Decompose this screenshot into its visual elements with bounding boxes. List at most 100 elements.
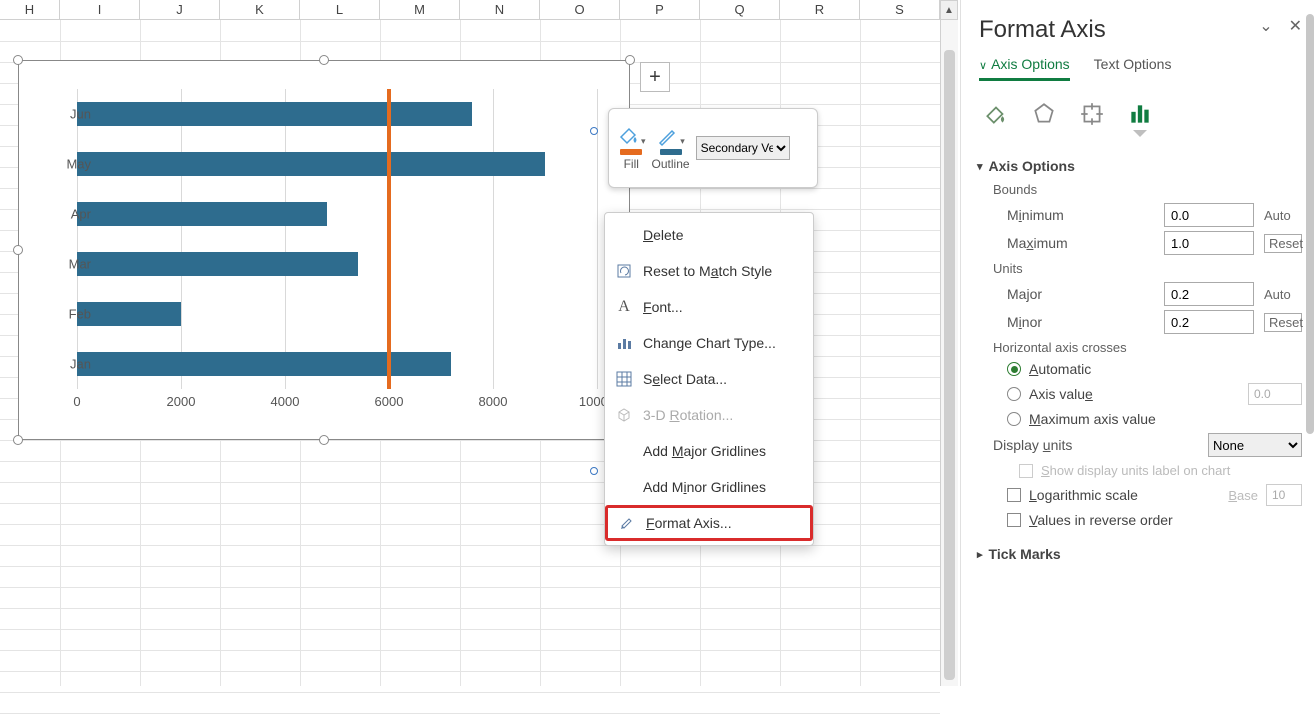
scrollbar-thumb[interactable] <box>1306 14 1314 434</box>
scrollbar-thumb[interactable] <box>944 50 955 680</box>
column-header[interactable]: S <box>860 0 940 19</box>
hac-axis-value[interactable]: Axis value <box>1007 383 1302 405</box>
chart-bar[interactable] <box>77 102 472 126</box>
context-menu-label: Add Major Gridlines <box>643 443 766 459</box>
column-header[interactable]: I <box>60 0 140 19</box>
context-menu-label: 3-D Rotation... <box>643 407 733 423</box>
context-menu-label: Reset to Match Style <box>643 263 772 279</box>
hac-maximum[interactable]: Maximum axis value <box>1007 411 1302 427</box>
pane-scrollbar[interactable] <box>1306 4 1314 682</box>
context-menu-label: Change Chart Type... <box>643 335 776 351</box>
format-axis-pane: ⌄ ✕ Format Axis Axis Options Text Option… <box>960 0 1316 686</box>
display-units-label: Display units <box>993 437 1198 453</box>
show-units-label-check: Show display units label on chart <box>1019 463 1302 478</box>
chart-bar[interactable] <box>77 352 451 376</box>
chart-handle[interactable] <box>13 245 23 255</box>
mini-toolbar: ▾ Fill ▾ Outline Secondary Ver <box>608 108 818 188</box>
column-header[interactable]: R <box>780 0 860 19</box>
chart-bar[interactable] <box>77 302 181 326</box>
context-menu-item[interactable]: Select Data... <box>605 361 813 397</box>
x-tick-label: 6000 <box>375 394 404 409</box>
column-header[interactable]: Q <box>700 0 780 19</box>
chart-element-selector[interactable]: Secondary Ver <box>696 136 790 160</box>
column-header[interactable]: M <box>380 0 460 19</box>
minor-reset[interactable]: Reset <box>1264 313 1302 332</box>
chart-type-icon <box>615 334 633 352</box>
vertical-scrollbar[interactable] <box>940 20 958 686</box>
dropdown-icon[interactable]: ▾ <box>641 136 646 147</box>
category-label: Apr <box>45 207 91 222</box>
pen-icon <box>656 125 678 147</box>
hac-label: Horizontal axis crosses <box>993 340 1302 355</box>
column-header[interactable]: J <box>140 0 220 19</box>
column-header[interactable]: P <box>620 0 700 19</box>
cube-icon <box>615 406 633 424</box>
context-menu-item[interactable]: Reset to Match Style <box>605 253 813 289</box>
tab-axis-options[interactable]: Axis Options <box>979 56 1070 81</box>
context-menu-label: Select Data... <box>643 371 727 387</box>
chart-plot-area[interactable] <box>77 89 597 389</box>
log-scale-check[interactable]: Logarithmic scale Base <box>1007 484 1302 506</box>
column-header[interactable]: H <box>0 0 60 19</box>
chart-handle[interactable] <box>319 55 329 65</box>
size-properties-icon[interactable] <box>1079 101 1105 132</box>
column-header[interactable]: K <box>220 0 300 19</box>
axis-selection-handle[interactable] <box>590 467 598 475</box>
category-label: Jan <box>45 357 91 372</box>
context-menu-label: Font... <box>643 299 683 315</box>
chart-bar[interactable] <box>77 252 358 276</box>
display-units-select[interactable]: None <box>1208 433 1302 457</box>
hac-automatic[interactable]: Automatic <box>1007 361 1302 377</box>
context-menu-item[interactable]: Format Axis... <box>605 505 813 541</box>
minimum-input[interactable] <box>1164 203 1254 227</box>
context-menu-item[interactable]: Add Major Gridlines <box>605 433 813 469</box>
context-menu-item: 3-D Rotation... <box>605 397 813 433</box>
chart-object[interactable]: JunMayAprMarFebJan 020004000600080001000… <box>18 60 630 440</box>
minor-unit-input[interactable] <box>1164 310 1254 334</box>
axis-options-icon[interactable] <box>1127 101 1153 132</box>
tab-text-options[interactable]: Text Options <box>1094 56 1172 81</box>
collapse-pane-icon[interactable]: ⌄ <box>1259 16 1272 36</box>
chart-handle[interactable] <box>13 55 23 65</box>
context-menu-item[interactable]: Change Chart Type... <box>605 325 813 361</box>
minimum-auto[interactable]: Auto <box>1264 208 1302 223</box>
effects-icon[interactable] <box>1031 101 1057 132</box>
font-icon: A <box>615 298 633 316</box>
chart-bar[interactable] <box>77 152 545 176</box>
column-header[interactable]: N <box>460 0 540 19</box>
context-menu-item[interactable]: A Font... <box>605 289 813 325</box>
axis-options-section[interactable]: ▾Axis Options <box>977 158 1302 174</box>
major-unit-input[interactable] <box>1164 282 1254 306</box>
context-menu-item[interactable]: Delete <box>605 217 813 253</box>
axis-selection-handle[interactable] <box>590 127 598 135</box>
fill-line-icon[interactable] <box>983 101 1009 132</box>
close-pane-icon[interactable]: ✕ <box>1289 16 1302 36</box>
outline-button[interactable]: ▾ Outline <box>652 125 690 171</box>
format-icon <box>618 514 636 532</box>
reverse-order-check[interactable]: Values in reverse order <box>1007 512 1302 528</box>
chart-handle[interactable] <box>13 435 23 445</box>
column-header[interactable]: L <box>300 0 380 19</box>
fill-button[interactable]: ▾ Fill <box>617 125 646 171</box>
maximum-reset[interactable]: Reset <box>1264 234 1302 253</box>
chart-elements-button[interactable]: + <box>640 62 670 92</box>
dropdown-icon[interactable]: ▾ <box>680 136 685 147</box>
chart-bar[interactable] <box>77 202 327 226</box>
major-unit-label: Major <box>1007 286 1154 302</box>
hac-axis-value-input[interactable] <box>1248 383 1302 405</box>
outline-swatch <box>660 149 682 155</box>
scroll-up-button[interactable]: ▲ <box>940 0 958 20</box>
category-label: May <box>45 157 91 172</box>
column-headers: HIJKLMNOPQRS <box>0 0 940 20</box>
maximum-input[interactable] <box>1164 231 1254 255</box>
chart-reference-line[interactable] <box>387 89 391 389</box>
table-icon <box>615 370 633 388</box>
context-menu-label: Add Minor Gridlines <box>643 479 766 495</box>
chart-handle[interactable] <box>625 55 635 65</box>
chart-handle[interactable] <box>319 435 329 445</box>
tick-marks-section[interactable]: ▸Tick Marks <box>977 546 1302 562</box>
paint-bucket-icon <box>617 125 639 147</box>
column-header[interactable]: O <box>540 0 620 19</box>
major-auto[interactable]: Auto <box>1264 287 1302 302</box>
context-menu-item[interactable]: Add Minor Gridlines <box>605 469 813 505</box>
